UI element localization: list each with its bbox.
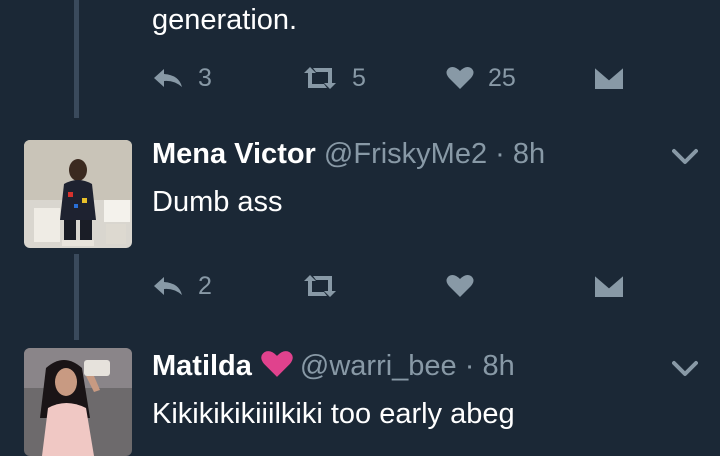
tweet-text: generation.	[152, 4, 298, 36]
envelope-icon	[594, 66, 624, 89]
retweet-icon	[304, 67, 336, 89]
retweet-count: 5	[352, 64, 366, 92]
like-button[interactable]: 25	[446, 61, 516, 95]
avatar[interactable]	[24, 140, 132, 248]
tweet-matilda[interactable]: Matilda @warri_bee · 8h Kikikikikiiilkiki…	[0, 336, 720, 456]
tweet-previous[interactable]: generation. 3 5 25	[0, 0, 720, 118]
separator: ·	[487, 138, 513, 170]
avatar[interactable]	[24, 348, 132, 456]
username[interactable]: @warri_bee	[300, 350, 457, 382]
heart-icon	[446, 67, 474, 89]
username[interactable]: @FriskyMe2	[324, 138, 487, 170]
heart-icon	[446, 275, 474, 297]
tweet-header: Matilda @warri_bee · 8h	[152, 348, 515, 384]
tweet-actions: 3 5 25	[152, 61, 632, 95]
envelope-icon	[594, 274, 624, 297]
reply-icon	[154, 277, 182, 295]
dm-button[interactable]	[594, 269, 624, 303]
tweet-text: Dumb ass	[152, 186, 283, 218]
pink-heart-icon	[261, 351, 293, 377]
tweet-actions: 2	[152, 269, 632, 303]
display-name[interactable]: Matilda	[152, 350, 252, 382]
reply-button[interactable]: 3	[152, 61, 212, 95]
reply-icon	[154, 69, 182, 87]
retweet-icon	[304, 275, 336, 297]
timestamp[interactable]: 8h	[513, 138, 545, 170]
separator: ·	[456, 350, 483, 382]
retweet-button[interactable]	[302, 269, 338, 303]
dm-button[interactable]	[594, 61, 624, 95]
reply-count: 2	[198, 272, 212, 300]
reply-button[interactable]: 2	[152, 269, 212, 303]
tweet-text: Kikikikikiiilkiki too early abeg	[152, 398, 515, 430]
timestamp[interactable]: 8h	[482, 350, 514, 382]
reply-count: 3	[198, 64, 212, 92]
chevron-down-icon[interactable]	[672, 148, 698, 166]
like-count: 25	[488, 64, 516, 92]
chevron-down-icon[interactable]	[672, 360, 698, 378]
display-name[interactable]: Mena Victor	[152, 138, 316, 170]
tweet-header: Mena Victor @FriskyMe2 · 8h	[152, 136, 545, 172]
retweet-button[interactable]: 5	[302, 61, 366, 95]
tweet-mena-victor[interactable]: Mena Victor @FriskyMe2 · 8h Dumb ass 2	[0, 118, 720, 336]
like-button[interactable]	[446, 269, 474, 303]
